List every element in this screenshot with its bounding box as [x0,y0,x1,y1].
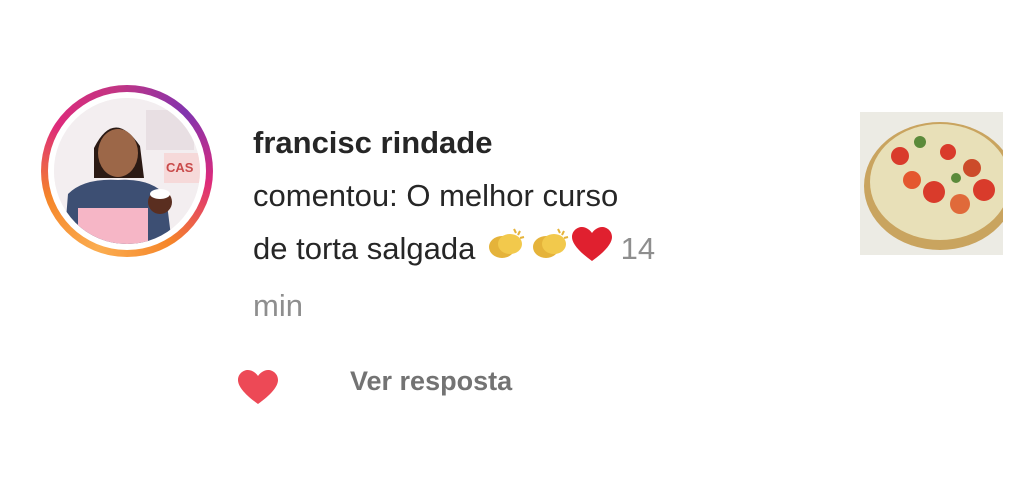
comment-line-1: comentou: O melhor curso [253,178,619,213]
svg-text:CAS: CAS [166,160,194,175]
comment-line-2: de torta salgada 14 [253,222,813,279]
profile-avatar-story-ring[interactable]: CAS [41,85,213,257]
username[interactable]: francisc rindade [253,119,492,167]
red-heart-icon [571,226,612,279]
profile-avatar: CAS [54,98,200,244]
clapping-hands-icon [528,225,572,279]
pie-image [860,112,1003,255]
time-unit: min [253,288,303,323]
person-avatar-illustration: CAS [54,98,200,244]
like-heart-icon[interactable] [238,369,278,407]
time-value: 14 [620,231,656,266]
comment-text: de torta salgada [253,231,476,266]
clapping-hands-icon [484,225,528,279]
post-thumbnail[interactable] [860,112,1003,255]
view-reply-button[interactable]: Ver resposta [350,366,512,397]
notification-text: francisc rindade comentou: O melhor curs… [253,116,813,332]
